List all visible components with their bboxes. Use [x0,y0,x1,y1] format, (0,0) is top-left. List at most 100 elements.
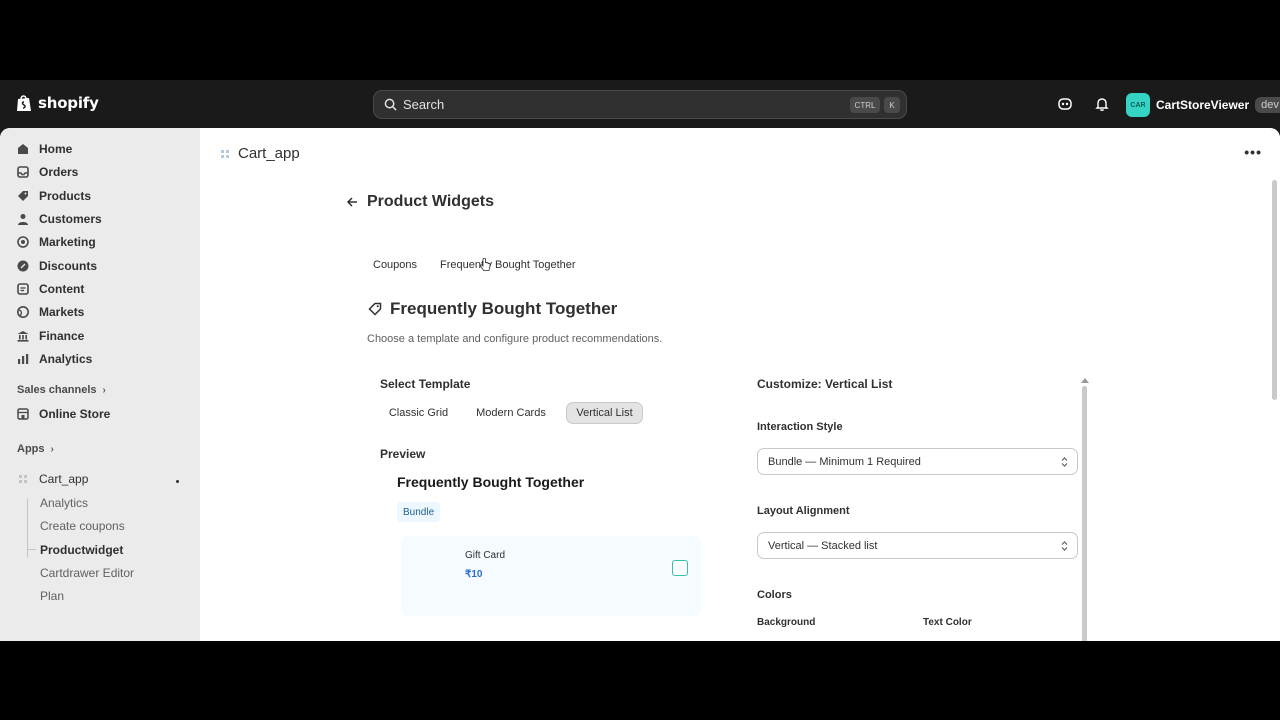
section-header: Frequently Bought Together [368,299,617,319]
scroll-up-arrow-icon[interactable] [1081,378,1089,383]
widget-preview: Frequently Bought Together Bundle Gift C… [380,464,710,641]
chevron-right-icon: › [50,443,54,455]
sidebar-item-products[interactable]: Products [16,185,91,207]
apps-header[interactable]: Apps › [17,443,54,455]
product-price: ₹10 [465,569,483,580]
product-checkbox[interactable] [672,560,688,576]
sidebar-item-label: Analytics [39,352,93,366]
hand-cursor-icon [480,258,491,271]
store-icon [17,408,29,420]
app-grid-icon [221,149,229,158]
brand-name: shopify [38,94,99,112]
section-title: Frequently Bought Together [390,299,618,318]
globe-icon [17,306,29,318]
sidebar-sub-analytics[interactable]: Analytics [40,496,88,510]
sidebar-item-label: Marketing [39,235,96,249]
chart-icon [18,354,29,364]
more-actions-icon[interactable]: ••• [1244,144,1262,160]
store-switcher[interactable]: CAR CartStoreViewer dev [1126,93,1280,117]
sidebar-item-markets[interactable]: Markets [16,301,84,323]
shortcut-k-key: K [884,97,900,113]
store-name: CartStoreViewer [1156,98,1250,112]
preview-product-item[interactable]: Gift Card ₹10 [401,536,701,616]
panel-scrollbar[interactable] [1082,386,1087,641]
main-content: Cart_app ••• Product Widgets Coupons Fre… [200,128,1280,641]
product-name: Gift Card [465,550,506,561]
template-modern-cards-button[interactable]: Modern Cards [466,402,556,424]
back-arrow-icon[interactable] [345,195,359,209]
store-badge: dev [1255,97,1280,113]
search-icon [384,98,397,111]
pin-dot-icon[interactable] [176,480,179,483]
sidebar-item-label: Cart_app [39,472,89,486]
layout-alignment-select[interactable]: Vertical — Stacked list [757,532,1078,559]
shopify-logo[interactable]: shopify [16,94,99,112]
sidebar-item-label: Markets [39,305,85,319]
sidebar-item-label: Online Store [39,407,111,421]
chevron-right-icon: › [102,384,106,396]
customize-title: Customize: Vertical List [757,377,893,391]
interaction-style-select[interactable]: Bundle — Minimum 1 Required [757,448,1078,475]
tab-coupons[interactable]: Coupons [373,259,417,271]
sidebar-item-label: Orders [39,165,79,179]
sidebar: Home Orders Products Customers Marketing… [0,128,200,641]
sidebar-item-label: Finance [39,329,85,343]
content-icon [17,283,29,295]
sidebar-item-cart-app[interactable]: Cart_app [16,468,88,490]
select-chevron-icon [1061,541,1068,551]
sidebar-item-orders[interactable]: Orders [16,161,78,183]
template-classic-grid-button[interactable]: Classic Grid [380,402,457,424]
search-input[interactable]: Search CTRL K [373,90,907,119]
select-template-label: Select Template [380,377,471,391]
bell-icon[interactable] [1094,96,1110,112]
sidebar-item-label: Discounts [39,259,98,273]
target-icon [17,236,29,248]
interaction-style-label: Interaction Style [757,421,843,433]
template-vertical-list-button[interactable]: Vertical List [566,402,643,424]
sales-channels-label: Sales channels [17,384,97,396]
sidebar-item-customers[interactable]: Customers [16,208,102,230]
sidebar-item-analytics[interactable]: Analytics [16,348,92,370]
sidebar-item-marketing[interactable]: Marketing [16,231,96,253]
sidebar-item-label: Products [39,189,92,203]
shortcut-ctrl-key: CTRL [850,97,880,113]
page-scrollbar[interactable] [1272,180,1277,400]
colors-label: Colors [757,589,792,601]
layout-alignment-label: Layout Alignment [757,505,850,517]
interaction-style-value: Bundle — Minimum 1 Required [768,455,921,468]
tab-frequently-bought-together[interactable]: Frequently Bought Together [440,259,576,271]
app-grid-icon [19,475,27,483]
sidebar-sub-create-coupons[interactable]: Create coupons [40,519,125,533]
sidebar-item-finance[interactable]: Finance [16,325,84,347]
home-icon [18,144,28,154]
sidebar-item-discounts[interactable]: Discounts [16,255,97,277]
sales-channels-header[interactable]: Sales channels › [17,384,106,396]
sidebar-sub-cartdrawer-editor[interactable]: Cartdrawer Editor [40,566,134,580]
person-icon [18,214,28,225]
sidebar-sub-plan[interactable]: Plan [40,589,64,603]
section-description: Choose a template and configure product … [367,333,663,345]
preview-title: Frequently Bought Together [397,474,585,490]
bundle-badge: Bundle [397,502,441,522]
preview-label: Preview [380,447,426,461]
sidebar-item-label: Customers [39,212,102,226]
app-header: Cart_app [220,145,300,162]
tree-elbow [27,549,36,550]
app-window: shopify Search CTRL K CAR CartStoreViewe… [0,80,1280,641]
sidebar-item-content[interactable]: Content [16,278,84,300]
sidekick-icon[interactable] [1057,96,1073,112]
sidebar-item-label: Home [39,142,73,156]
store-avatar: CAR [1126,93,1150,117]
text-color-label: Text Color [923,617,972,628]
sidebar-item-online-store[interactable]: Online Store [16,403,110,425]
tag-icon [18,191,28,201]
page-title: Product Widgets [367,193,494,210]
search-placeholder: Search [403,97,445,112]
sidebar-sub-productwidget[interactable]: Productwidget [40,543,123,557]
tag-icon [368,302,382,316]
apps-label: Apps [17,443,45,455]
orders-icon [17,166,29,178]
sidebar-item-label: Content [39,282,85,296]
sidebar-item-home[interactable]: Home [16,138,72,160]
top-bar: shopify Search CTRL K CAR CartStoreViewe… [0,80,1280,128]
